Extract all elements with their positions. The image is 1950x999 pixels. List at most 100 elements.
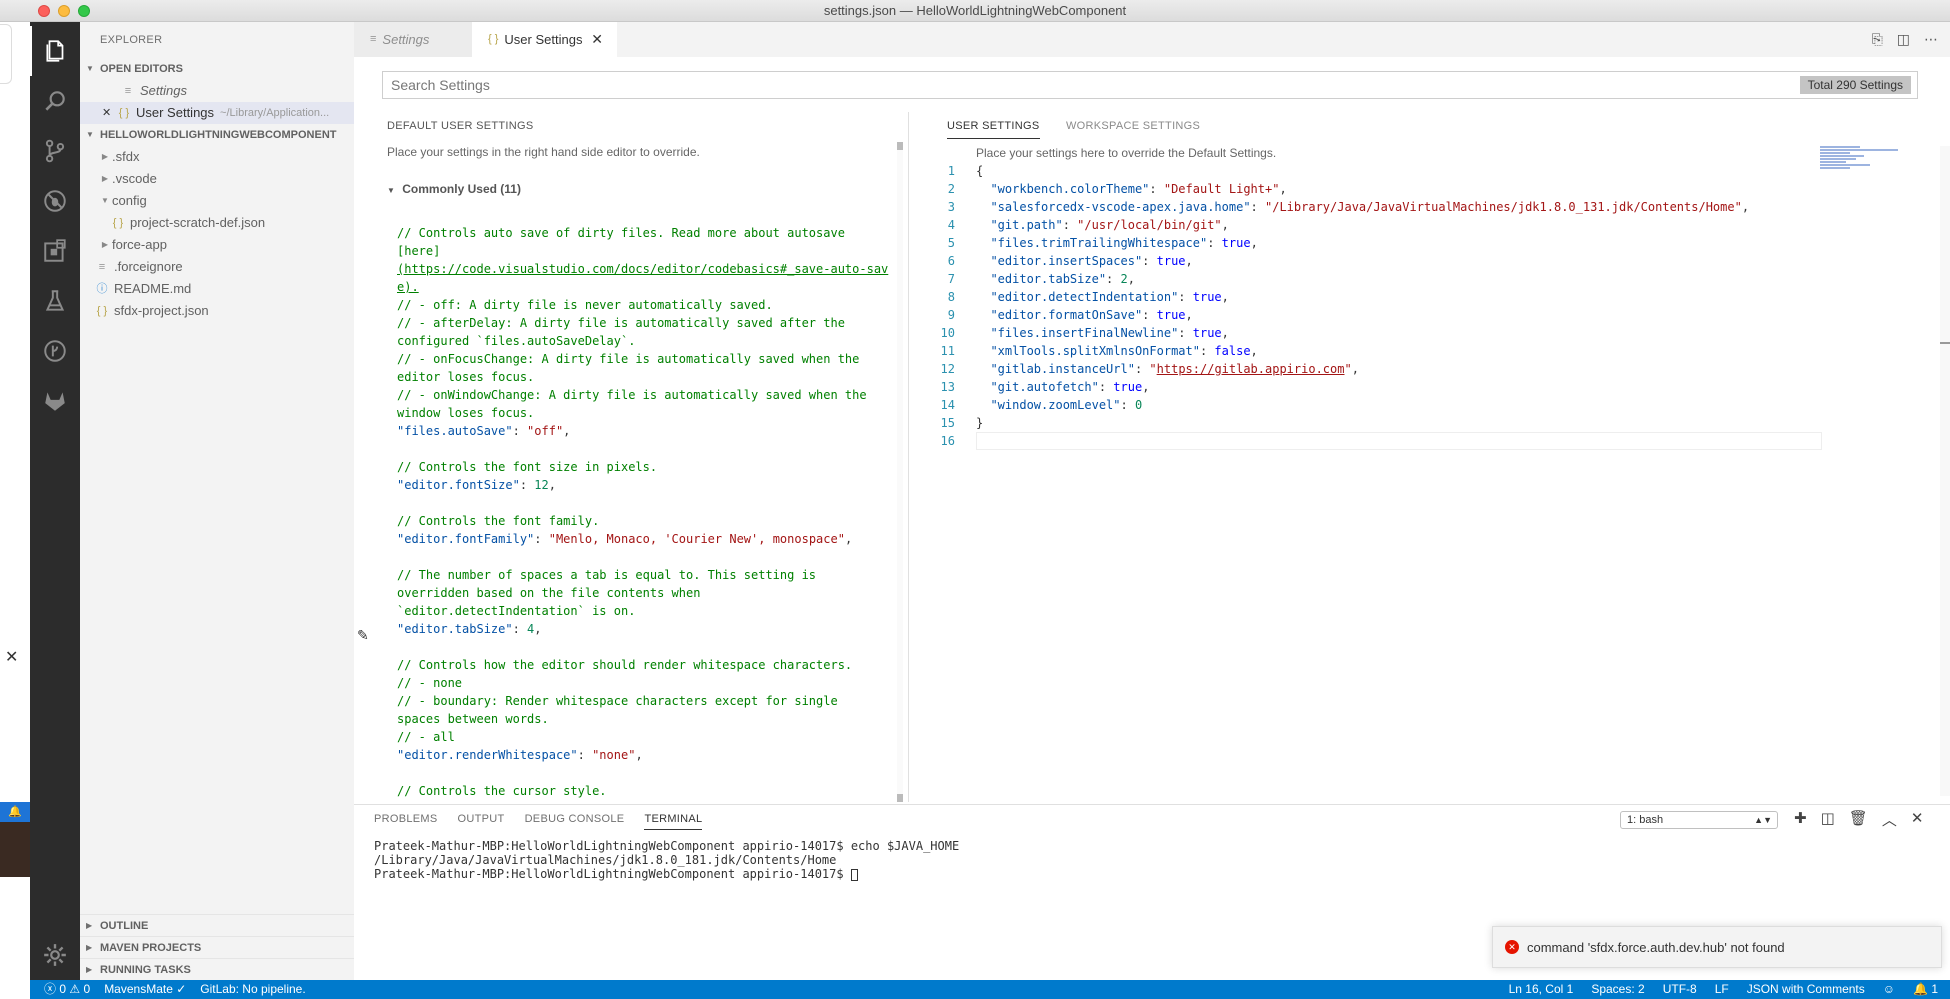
tab-debug-console[interactable]: DEBUG CONSOLE (525, 813, 625, 830)
terminal-prompt-line: Prateek-Mathur-MBP:HelloWorldLightningWe… (374, 867, 959, 881)
open-settings-json-icon[interactable]: ⎘ (1872, 31, 1883, 48)
code-line: "editor.tabSize": 4, (397, 622, 542, 636)
pane-divider[interactable] (908, 112, 909, 802)
code-line: // - boundary: Render whitespace charact… (397, 694, 838, 708)
tree-item-label: .vscode (112, 171, 157, 186)
line-number: 15 (940, 416, 955, 430)
open-editor-item-settings[interactable]: ≡ Settings (80, 80, 354, 102)
tree-item-sfdx-project[interactable]: { } sfdx-project.json (80, 300, 354, 322)
add-terminal-icon[interactable]: ✚ (1794, 809, 1807, 830)
language-mode[interactable]: JSON with Comments (1747, 980, 1865, 999)
tree-item-forceignore[interactable]: ≡ .forceignore (80, 256, 354, 278)
window-maximize-button[interactable] (78, 5, 90, 17)
tree-item-label: config (112, 193, 147, 208)
tab-terminal[interactable]: TERMINAL (644, 813, 703, 830)
window-minimize-button[interactable] (58, 5, 70, 17)
tab-problems[interactable]: PROBLEMS (374, 813, 438, 830)
terminal-output[interactable]: Prateek-Mathur-MBP:HelloWorldLightningWe… (374, 839, 959, 881)
settings-count-badge: Total 290 Settings (1799, 76, 1911, 94)
chevron-up-icon[interactable]: ︿ (1882, 809, 1897, 830)
indentation-status[interactable]: Spaces: 2 (1591, 980, 1644, 999)
minimap[interactable] (1820, 146, 1900, 176)
window-close-button[interactable] (38, 5, 50, 17)
tree-item-label: README.md (114, 281, 192, 296)
gitlab-status[interactable]: GitLab: No pipeline. (200, 980, 305, 999)
tab-workspace-settings-scope[interactable]: WORKSPACE SETTINGS (1066, 120, 1200, 138)
notifications-status[interactable]: 🔔 1 (1913, 980, 1938, 999)
tree-item-project-scratch-def[interactable]: { } project-scratch-def.json (80, 212, 354, 234)
terminal-cursor (850, 868, 858, 881)
line-number: 10 (940, 326, 955, 340)
more-actions-icon[interactable]: ⋯ (1924, 31, 1938, 48)
activity-bar (30, 22, 80, 980)
chevron-down-icon: ▼ (86, 130, 94, 139)
code-line: // Controls auto save of dirty files. Re… (397, 226, 845, 240)
tab-output[interactable]: OUTPUT (458, 813, 505, 830)
tab-user-settings[interactable]: { } User Settings ✕ (472, 22, 617, 57)
gitlab-icon[interactable] (30, 376, 80, 426)
open-editors-header[interactable]: ▼ OPEN EDITORS (80, 58, 354, 80)
tree-item-vscode[interactable]: ▶ .vscode (80, 168, 354, 190)
split-terminal-icon[interactable]: ◫ (1821, 809, 1835, 830)
code-line: "files.autoSave": "off", (397, 424, 571, 438)
eol-status[interactable]: LF (1715, 980, 1729, 999)
open-editor-label: Settings (140, 83, 187, 98)
tree-item-force-app[interactable]: ▶ force-app (80, 234, 354, 256)
cursor-position[interactable]: Ln 16, Col 1 (1509, 980, 1574, 999)
scrollbar[interactable] (897, 142, 903, 802)
test-flask-icon[interactable] (30, 276, 80, 326)
running-tasks-section[interactable]: ▶ RUNNING TASKS (80, 958, 354, 980)
section-label: RUNNING TASKS (100, 963, 191, 976)
tab-settings[interactable]: ≡ Settings (354, 22, 472, 57)
gear-icon[interactable] (30, 930, 80, 980)
trash-icon[interactable]: 🗑 (1849, 809, 1868, 830)
debug-icon[interactable] (30, 176, 80, 226)
error-notification[interactable]: ✕ command 'sfdx.force.auth.dev.hub' not … (1492, 926, 1942, 968)
git-graph-icon[interactable] (30, 326, 80, 376)
code-line: "files.trimTrailingWhitespace": true, (990, 236, 1258, 250)
close-icon[interactable]: ✕ (1911, 809, 1924, 830)
commonly-used-group[interactable]: ▼ Commonly Used (11) (387, 182, 521, 196)
code-line: "git.autofetch": true, (990, 380, 1150, 394)
scrollbar[interactable] (1940, 146, 1950, 796)
outline-section[interactable]: ▶ OUTLINE (80, 914, 354, 936)
close-icon[interactable]: ✕ (102, 102, 116, 124)
tree-item-readme[interactable]: ⓘ README.md (80, 278, 354, 300)
source-control-icon[interactable] (30, 126, 80, 176)
bell-icon[interactable]: 🔔 (0, 802, 30, 822)
explorer-icon[interactable] (30, 26, 80, 76)
smiley-icon[interactable]: ☺ (1883, 980, 1895, 999)
maven-projects-section[interactable]: ▶ MAVEN PROJECTS (80, 936, 354, 958)
open-editor-item-user-settings[interactable]: ✕ { } User Settings ~/Library/Applicatio… (80, 102, 354, 124)
info-icon: ⓘ (96, 283, 108, 295)
panel-tabs: PROBLEMS OUTPUT DEBUG CONSOLE TERMINAL (374, 813, 703, 830)
split-editor-icon[interactable]: ◫ (1897, 31, 1910, 48)
tree-item-config[interactable]: ▼ config (80, 190, 354, 212)
encoding-status[interactable]: UTF-8 (1663, 980, 1697, 999)
chevron-down-icon: ▼ (86, 64, 94, 73)
extensions-icon[interactable] (30, 226, 80, 276)
warning-count: 0 (83, 982, 91, 996)
tab-label: User Settings (504, 32, 583, 47)
pencil-icon[interactable]: ✎ (357, 627, 369, 644)
problems-status[interactable]: ⓧ 0 ⚠ 0 (44, 980, 90, 999)
close-icon[interactable]: ✕ (5, 647, 18, 667)
json-file-icon: { } (96, 305, 108, 317)
tab-user-settings-scope[interactable]: USER SETTINGS (947, 120, 1040, 139)
user-settings-code[interactable]: { "workbench.colorTheme": "Default Light… (976, 162, 1749, 450)
error-count: 0 (59, 982, 67, 996)
project-folder-header[interactable]: ▼ HELLOWORLDLIGHTNINGWEBCOMPONENT (80, 124, 354, 146)
editor-actions: ⎘ ◫ ⋯ (1872, 22, 1950, 57)
code-line: // - onFocusChange: A dirty file is auto… (397, 352, 860, 366)
search-input[interactable] (391, 72, 1691, 98)
tree-item-sfdx[interactable]: ▶ .sfdx (80, 146, 354, 168)
background-app-strip: ✕ 🔔 (0, 22, 30, 980)
sidebar-title: EXPLORER (100, 34, 163, 46)
close-icon[interactable]: ✕ (591, 22, 603, 57)
search-icon[interactable] (30, 76, 80, 126)
code-line: "editor.tabSize": 2, (990, 272, 1135, 286)
terminal-select[interactable]: 1: bash ▲▼ (1620, 811, 1778, 829)
mavensmate-status[interactable]: MavensMate ✓ (104, 980, 186, 999)
code-line: // Controls how the editor should render… (397, 658, 853, 672)
